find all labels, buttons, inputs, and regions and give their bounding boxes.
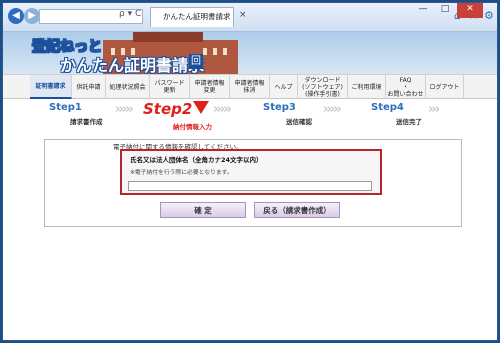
confirm-button[interactable]: 確 定 [160,202,246,218]
payer-name-input[interactable] [128,181,372,191]
menu-item-deposit[interactable]: 供託申請 [72,75,106,99]
step-separator-chevrons: ››› [428,102,440,117]
menu-item-certificate-request[interactable]: 証明書請求 [30,75,72,99]
current-step-arrow-icon [193,101,209,114]
site-banner: 登記ねっと かんたん証明書請求 回 [3,32,497,74]
step3-label: 送信確認 [286,118,312,126]
payer-name-note: ※電子納付を行う際に必要となります。 [130,170,233,176]
building-window [213,48,217,55]
tab-title: かんたん証明書請求 - 納付… [163,12,233,21]
back-to-request-button[interactable]: 戻る（請求書作成） [254,202,340,218]
menu-item-help[interactable]: ヘルプ [270,75,298,99]
settings-icon[interactable]: ⚙ [484,9,494,22]
step4-number: Step4 [371,102,404,113]
menu-item-download[interactable]: ダウンロード (ソフトウェア) (操作手引書) [298,75,348,99]
main-menu: 証明書請求 供託申請 処理状況照会 パスワード 更新 申請者情報 変更 申請者情… [3,74,497,99]
maximize-icon[interactable]: □ [435,3,455,18]
payer-name-section: 氏名又は法人団体名（全角カナ24文字以内） ※電子納付を行う際に必要となります。 [120,149,382,195]
browser-tab[interactable]: かんたん証明書請求 - 納付… [150,7,234,27]
forward-arrow-icon[interactable]: ▶ [24,8,40,24]
step2-number: Step2 [143,100,193,118]
step-separator-chevrons: ››››› [115,102,134,117]
logo-badge-icon: 回 [189,54,203,69]
step-separator-chevrons: ››››› [323,102,342,117]
step3-number: Step3 [263,102,296,113]
step4-label: 送信完了 [396,118,422,126]
menu-item-applicant-change[interactable]: 申請者情報 変更 [190,75,230,99]
menu-item-applicant-delete[interactable]: 申請者情報 抹消 [230,75,270,99]
step2-label: 納付情報入力 [173,123,212,131]
minimize-icon[interactable]: — [413,3,433,18]
payer-name-label: 氏名又は法人団体名（全角カナ24文字以内） [130,156,263,164]
menu-item-status[interactable]: 処理状況照会 [106,75,150,99]
search-refresh-icon[interactable]: ρ ▾ C [119,9,141,19]
tab-close-icon[interactable]: × [239,10,247,20]
building-roof [133,32,203,42]
browser-toolbar: ◀ ▶ ρ ▾ C かんたん証明書請求 - 納付… × ⌂ ☆ ⚙ — □ ✕ [3,3,497,32]
back-arrow-icon[interactable]: ◀ [8,8,24,24]
building-window [223,48,227,55]
step-separator-chevrons: ››››› [213,102,232,117]
logo-line2: かんたん証明書請求 [60,56,205,74]
menu-item-environment[interactable]: ご利用環境 [348,75,386,99]
step1-number: Step1 [49,102,82,113]
menu-item-logout[interactable]: ログアウト [426,75,464,99]
step1-label: 請求書作成 [70,118,103,126]
browser-window: ◀ ▶ ρ ▾ C かんたん証明書請求 - 納付… × ⌂ ☆ ⚙ — □ ✕ … [2,2,498,341]
menu-item-faq[interactable]: FAQ ・ お問い合わせ [386,75,426,99]
menu-item-password[interactable]: パスワード 更新 [150,75,190,99]
step-indicator: Step1 請求書作成 ››››› Step2 納付情報入力 ››››› Ste… [3,100,497,138]
close-window-icon[interactable]: ✕ [457,3,483,18]
